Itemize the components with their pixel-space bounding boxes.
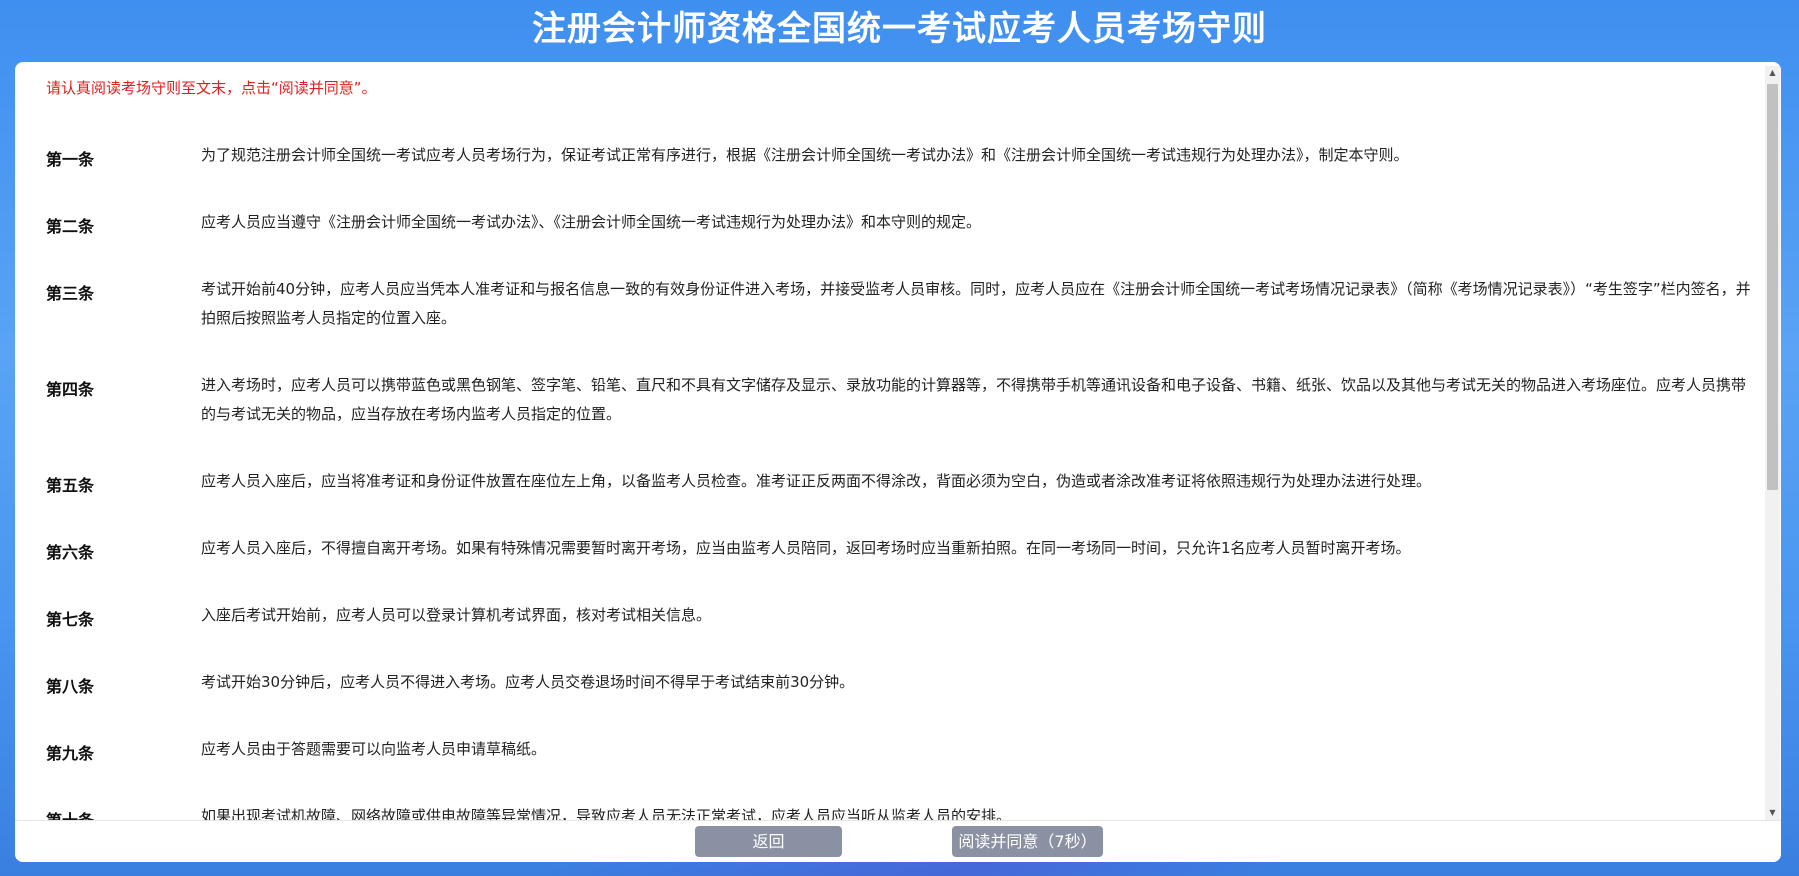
rule-number: 第十条 (46, 807, 94, 820)
rule-text: 应考人员由于答题需要可以向监考人员申请草稿纸。 (201, 740, 547, 758)
rule-text: 应考人员入座后，不得擅自离开考场。如果有特殊情况需要暂时离开考场，应当由监考人员… (201, 539, 1411, 557)
rule-text: 应考人员应当遵守《注册会计师全国统一考试办法》、《注册会计师全国统一考试违规行为… (201, 213, 982, 231)
rule-number: 第三条 (46, 284, 95, 303)
rule-number: 第一条 (46, 150, 95, 169)
rule-text: 入座后考试开始前，应考人员可以登录计算机考试界面，核对考试相关信息。 (201, 606, 712, 624)
rule-text: 考试开始前40分钟，应考人员应当凭本人准考证和与报名信息一致的有效身份证件进入考… (201, 280, 1751, 327)
rule-text: 进入考场时，应考人员可以携带蓝色或黑色钢笔、签字笔、铅笔、直尺和不具有文字储存及… (201, 376, 1747, 423)
rules-panel: 请认真阅读考场守则至文末，点击“阅读并同意”。 第一条 为了规范注册会计师全国统… (15, 62, 1781, 862)
scroll-thumb[interactable] (1767, 84, 1778, 490)
button-bar: 返回 阅读并同意（7秒） (15, 820, 1781, 862)
rule-number: 第九条 (46, 744, 95, 763)
page-title: 注册会计师资格全国统一考试应考人员考场守则 (532, 9, 1267, 49)
rules-content[interactable]: 请认真阅读考场守则至文末，点击“阅读并同意”。 第一条 为了规范注册会计师全国统… (15, 62, 1764, 820)
rule-number: 第四条 (46, 380, 95, 399)
rule-number: 第六条 (46, 543, 95, 562)
rule-number: 第二条 (46, 217, 95, 236)
back-button[interactable]: 返回 (695, 826, 842, 857)
scroll-down-icon[interactable]: ▼ (1765, 806, 1780, 820)
rule-text: 应考人员入座后，应当将准考证和身份证件放置在座位左上角，以备监考人员检查。准考证… (201, 472, 1432, 490)
rule-number: 第七条 (46, 610, 95, 629)
rule-number: 第五条 (46, 476, 95, 495)
reading-notice: 请认真阅读考场守则至文末，点击“阅读并同意”。 (46, 79, 377, 97)
content-scrollbar[interactable]: ▲ ▼ (1765, 66, 1780, 820)
rule-text: 考试开始30分钟后，应考人员不得进入考场。应考人员交卷退场时间不得早于考试结束前… (201, 673, 855, 691)
scroll-up-icon[interactable]: ▲ (1765, 66, 1780, 80)
rule-text: 为了规范注册会计师全国统一考试应考人员考场行为，保证考试正常有序进行，根据《注册… (201, 146, 1409, 164)
read-and-agree-button[interactable]: 阅读并同意（7秒） (952, 826, 1103, 857)
rule-text: 如果出现考试机故障、网络故障或供电故障等异常情况，导致应考人员无法正常考试，应考… (201, 807, 1012, 820)
rule-number: 第八条 (46, 677, 95, 696)
